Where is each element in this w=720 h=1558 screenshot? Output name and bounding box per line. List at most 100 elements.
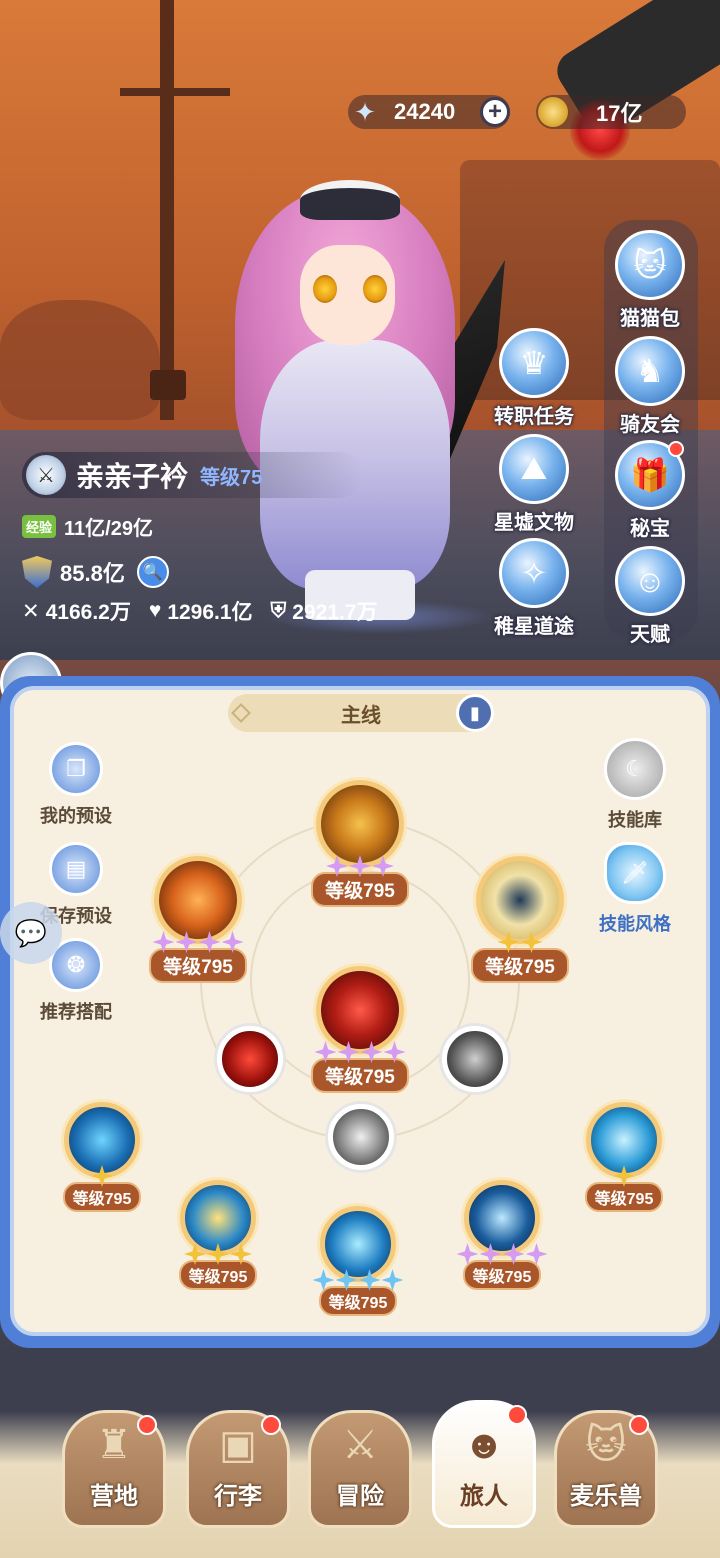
skill-stars <box>152 930 244 954</box>
star-path-icon: ✧ <box>499 538 569 608</box>
cat-face-icon: 🐱 <box>585 1423 627 1467</box>
skill-style-button[interactable]: 🗡 技能风格 <box>580 842 690 936</box>
skill-node-upper-right[interactable]: 等级795 <box>460 856 580 983</box>
menu-cat-bag-label: 猫猫包 <box>620 308 680 330</box>
skill-slot-red-small[interactable] <box>210 1026 290 1092</box>
notification-dot <box>261 1415 281 1435</box>
rock-formation <box>0 300 160 420</box>
skill-node-top[interactable]: 等级795 <box>300 780 420 907</box>
skill-node-bottom-center[interactable]: 等级795 <box>306 1206 410 1316</box>
power-shield-icon <box>22 556 52 588</box>
skill-stars <box>613 1164 635 1188</box>
backpack-icon: ▣ <box>219 1423 257 1467</box>
menu-rider-club[interactable]: ♞ 骑友会 <box>600 336 700 437</box>
preset-cards-icon: ❐ <box>49 742 103 796</box>
skill-stars <box>326 854 394 878</box>
menu-job-change-label: 转职任务 <box>494 406 574 428</box>
menu-star-relics-label: 星墟文物 <box>494 512 574 534</box>
power-detail-search-button[interactable]: 🔍 <box>136 556 169 588</box>
skill-node-lower-left[interactable]: 等级795 <box>50 1102 154 1212</box>
nav-luggage-label: 行李 <box>214 1483 262 1510</box>
treasure-chest-icon: 🎁 <box>615 440 685 510</box>
chat-button[interactable]: 💬 <box>0 902 62 964</box>
menu-star-path[interactable]: ✧ 稚星道途 <box>484 538 584 639</box>
menu-talent-label: 天赋 <box>630 624 670 646</box>
shield-icon: ⛨ <box>270 599 287 622</box>
utility-pole-crossbar <box>120 88 230 96</box>
tab-info-button[interactable]: ▮ <box>456 694 494 732</box>
nav-camp[interactable]: ♜ 营地 <box>62 1410 166 1528</box>
save-disk-icon: ▤ <box>49 842 103 896</box>
menu-rider-club-label: 骑友会 <box>620 414 680 436</box>
class-emblem-icon: ⚔ <box>26 455 66 495</box>
nav-luggage[interactable]: ▣ 行李 <box>186 1410 290 1528</box>
my-presets-button[interactable]: ❐ 我的预设 <box>21 742 131 828</box>
mountain-sword-icon: ⛰ <box>499 434 569 504</box>
skill-node-bottom-left[interactable]: 等级795 <box>166 1180 270 1290</box>
skill-stars <box>314 1040 406 1064</box>
notification-dot <box>629 1415 649 1435</box>
hp-stat: ♥ 1296.1亿 <box>149 596 253 626</box>
nav-adventure-label: 冒险 <box>336 1483 384 1510</box>
skill-style-label: 技能风格 <box>599 914 671 934</box>
stats-row: ✕ 4166.2万 ♥ 1296.1亿 ⛨ 2921.7万 <box>22 596 378 626</box>
hp-value: 1296.1亿 <box>167 601 253 624</box>
gold-currency: 17亿 <box>536 95 686 129</box>
skill-node-center[interactable]: 等级795 <box>298 966 422 1093</box>
horse-icon: ♞ <box>615 336 685 406</box>
character-name-row: ⚔ 亲亲子衿 等级75 <box>22 452 362 498</box>
my-presets-label: 我的预设 <box>40 806 112 826</box>
menu-job-change[interactable]: ♛ 转职任务 <box>484 328 584 429</box>
maid-headdress <box>300 180 400 220</box>
skill-stars <box>497 930 543 954</box>
menu-star-relics[interactable]: ⛰ 星墟文物 <box>484 434 584 535</box>
menu-talent[interactable]: ☺ 天赋 <box>600 546 700 647</box>
heart-icon: ♥ <box>148 599 162 622</box>
add-star-button[interactable]: + <box>480 97 510 127</box>
skill-icon-gray-small <box>442 1026 508 1092</box>
character-name: 亲亲子衿 <box>76 461 189 492</box>
nav-pets-label: 麦乐兽 <box>570 1483 642 1510</box>
menu-star-path-label: 稚星道途 <box>494 616 574 638</box>
skill-slot-gray-small[interactable] <box>440 1026 510 1092</box>
skill-icon-red-small <box>217 1026 283 1092</box>
power-value: 85.8亿 <box>60 561 125 586</box>
traveler-portrait-icon: ☻ <box>462 1423 506 1467</box>
skill-slot-empty-center[interactable] <box>326 1104 396 1170</box>
star-currency-value: 24240 <box>394 99 456 124</box>
skill-node-upper-left[interactable]: 等级795 <box>138 856 258 983</box>
star-crystal-icon: ✦ <box>354 96 376 127</box>
nav-adventure[interactable]: ⚔ 冒险 <box>308 1410 412 1528</box>
cat-bag-icon: 🐱 <box>615 230 685 300</box>
skill-library-button[interactable]: ☾ 技能库 <box>580 738 690 832</box>
skill-stars <box>456 1242 548 1266</box>
character-eye-right <box>363 275 387 303</box>
castle-icon: ♜ <box>96 1423 132 1467</box>
skill-node-bottom-right[interactable]: 等级795 <box>450 1180 554 1290</box>
nav-traveler[interactable]: ☻ 旅人 <box>432 1400 536 1528</box>
exp-tag: 经验 <box>22 515 57 538</box>
menu-treasure[interactable]: 🎁 秘宝 <box>600 440 700 541</box>
tab-main-line[interactable]: 主线 <box>228 694 494 732</box>
skill-stars <box>91 1164 113 1188</box>
menu-treasure-label: 秘宝 <box>630 518 670 540</box>
character-model[interactable] <box>205 150 505 630</box>
recommended-combo-label: 推荐搭配 <box>40 1002 112 1022</box>
character-eye-left <box>313 275 337 303</box>
gold-currency-value: 17亿 <box>596 101 643 126</box>
attack-value: 4166.2万 <box>45 601 131 624</box>
crossed-swords-icon: ✕ <box>22 599 40 623</box>
skill-icon-empty-center <box>328 1104 394 1170</box>
skill-node-lower-right[interactable]: 等级795 <box>572 1102 676 1212</box>
defense-value: 2921.7万 <box>292 601 378 624</box>
notification-dot <box>137 1415 157 1435</box>
attack-stat: ✕ 4166.2万 <box>22 596 131 626</box>
chat-bubble-icon: 💬 <box>14 917 48 948</box>
nav-pets[interactable]: 🐱 麦乐兽 <box>554 1410 658 1528</box>
defense-stat: ⛨ 2921.7万 <box>271 596 378 626</box>
menu-cat-bag[interactable]: 🐱 猫猫包 <box>600 230 700 331</box>
nav-traveler-label: 旅人 <box>460 1483 508 1510</box>
tab-main-line-label: 主线 <box>341 704 381 727</box>
moon-skill-library-icon: ☾ <box>604 738 666 800</box>
skill-stars <box>312 1268 404 1292</box>
